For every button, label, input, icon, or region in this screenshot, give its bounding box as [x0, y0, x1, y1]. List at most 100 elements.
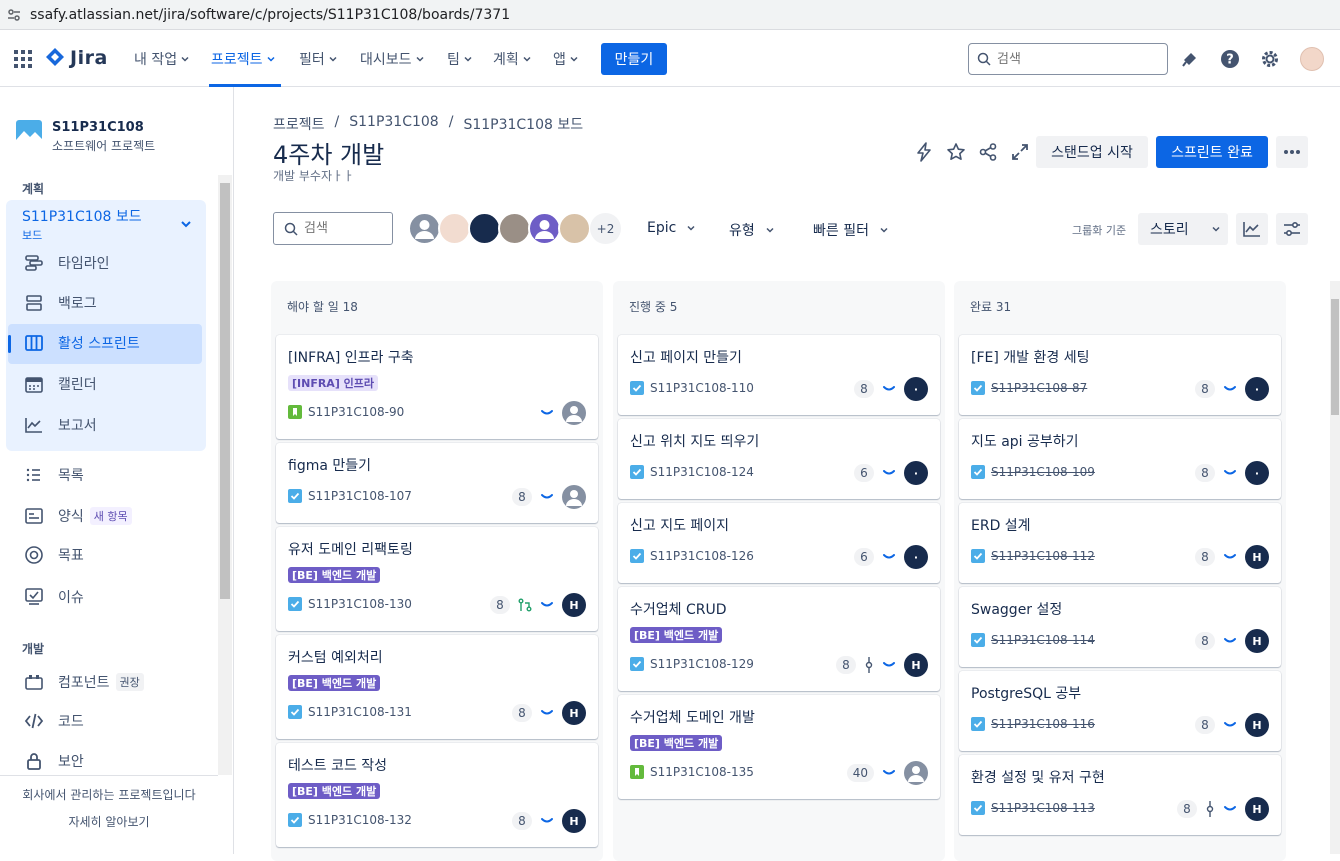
issue-card[interactable]: [FE] 개발 환경 세팅 S11P31C108-87 8 ·: [959, 335, 1281, 415]
issue-card[interactable]: figma 만들기 S11P31C108-107 8: [276, 443, 598, 523]
help-icon[interactable]: ?: [1220, 49, 1240, 69]
issue-key[interactable]: S11P31C108-130: [288, 597, 412, 611]
automation-icon[interactable]: [914, 142, 934, 162]
assignee-filter-avatar[interactable]: [408, 212, 441, 245]
issue-key[interactable]: S11P31C108-87: [971, 381, 1087, 395]
create-button[interactable]: 만들기: [601, 43, 667, 75]
sidebar-item-code[interactable]: 코드: [24, 709, 84, 733]
issue-key[interactable]: S11P31C108-135: [630, 765, 754, 779]
sidebar-item-issues[interactable]: 이슈: [24, 585, 84, 609]
sidebar-item-calendar[interactable]: 캘린더: [24, 372, 97, 396]
group-by-select[interactable]: 스토리: [1138, 213, 1228, 245]
global-search[interactable]: [968, 43, 1168, 75]
site-settings-icon[interactable]: [6, 7, 22, 23]
assignee-avatar[interactable]: H: [904, 653, 928, 677]
sidebar-item-list[interactable]: 목록: [24, 463, 84, 487]
start-standup-button[interactable]: 스탠드업 시작: [1036, 136, 1148, 168]
user-avatar[interactable]: [1300, 47, 1324, 71]
issue-card[interactable]: PostgreSQL 공부 S11P31C108-116 8 H: [959, 671, 1281, 751]
sidebar-item-timeline[interactable]: 타임라인: [24, 251, 110, 275]
quick-filter[interactable]: 빠른 필터: [813, 220, 889, 240]
settings-icon[interactable]: [1260, 49, 1280, 69]
url-text[interactable]: ssafy.atlassian.net/jira/software/c/proj…: [30, 7, 510, 23]
global-search-input[interactable]: [997, 51, 1157, 67]
assignee-avatar[interactable]: [562, 401, 586, 425]
sidebar-item-components[interactable]: 컴포넌트 권장: [24, 670, 144, 694]
assignee-avatar[interactable]: H: [562, 593, 586, 617]
insights-button[interactable]: [1236, 213, 1268, 245]
issue-key[interactable]: S11P31C108-90: [288, 405, 404, 419]
breadcrumb-projects[interactable]: 프로젝트: [273, 114, 325, 134]
view-settings-button[interactable]: [1276, 213, 1308, 245]
issue-key[interactable]: S11P31C108-129: [630, 657, 754, 671]
nav-projects[interactable]: 프로젝트: [211, 48, 276, 70]
nav-apps[interactable]: 앱: [553, 48, 579, 70]
sidebar-item-backlog[interactable]: 백로그: [24, 291, 97, 315]
sidebar-item-reports[interactable]: 보고서: [24, 413, 97, 437]
scrollbar-thumb[interactable]: [1331, 299, 1339, 415]
nav-my-work[interactable]: 내 작업: [134, 48, 190, 70]
jira-logo[interactable]: Jira: [44, 47, 108, 69]
issue-card[interactable]: 테스트 코드 작성 [BE] 백엔드 개발 S11P31C108-132 8 H: [276, 743, 598, 847]
assignee-filter-avatar[interactable]: [498, 212, 531, 245]
issue-key[interactable]: S11P31C108-110: [630, 381, 754, 395]
commit-icon[interactable]: [864, 657, 874, 673]
browser-url-bar[interactable]: ssafy.atlassian.net/jira/software/c/proj…: [0, 0, 1340, 30]
issue-card[interactable]: ERD 설계 S11P31C108-112 8 H: [959, 503, 1281, 583]
issue-card[interactable]: 지도 api 공부하기 S11P31C108-109 8 ·: [959, 419, 1281, 499]
issue-card[interactable]: 신고 위치 지도 띄우기 S11P31C108-124 6 ·: [618, 419, 940, 499]
assignee-avatar[interactable]: ·: [904, 377, 928, 401]
issue-key[interactable]: S11P31C108-113: [971, 801, 1095, 815]
board-search-input[interactable]: [304, 221, 389, 236]
sidebar-scrollbar[interactable]: [218, 175, 232, 775]
issue-card[interactable]: [INFRA] 인프라 구축 [INFRA] 인프라 S11P31C108-90: [276, 335, 598, 439]
assignee-avatar[interactable]: H: [1245, 545, 1269, 569]
issue-key[interactable]: S11P31C108-114: [971, 633, 1095, 647]
notification-icon[interactable]: [1180, 49, 1200, 69]
issue-key[interactable]: S11P31C108-124: [630, 465, 754, 479]
assignee-avatar[interactable]: ·: [904, 461, 928, 485]
pull-request-icon[interactable]: [518, 598, 532, 612]
issue-card[interactable]: 수거업체 CRUD [BE] 백엔드 개발 S11P31C108-129 8 H: [618, 587, 940, 691]
assignee-avatar[interactable]: H: [562, 701, 586, 725]
breadcrumb-board[interactable]: S11P31C108 보드: [463, 114, 583, 134]
issue-key[interactable]: S11P31C108-131: [288, 705, 412, 719]
project-header[interactable]: S11P31C108 소프트웨어 프로젝트: [16, 120, 155, 154]
complete-sprint-button[interactable]: 스프린트 완료: [1156, 136, 1268, 168]
nav-teams[interactable]: 팀: [447, 48, 473, 70]
assignee-avatar[interactable]: H: [1245, 629, 1269, 653]
star-icon[interactable]: [946, 142, 966, 162]
issue-card[interactable]: 수거업체 도메인 개발 [BE] 백엔드 개발 S11P31C108-135 40: [618, 695, 940, 799]
board-selector[interactable]: S11P31C108 보드 보드: [22, 206, 202, 243]
more-actions-button[interactable]: [1276, 136, 1308, 168]
issue-key[interactable]: S11P31C108-126: [630, 549, 754, 563]
chevron-down-icon[interactable]: [180, 218, 192, 230]
issue-card[interactable]: 신고 지도 페이지 S11P31C108-126 6 ·: [618, 503, 940, 583]
share-icon[interactable]: [978, 142, 998, 162]
assignee-avatar[interactable]: ·: [904, 545, 928, 569]
issue-key[interactable]: S11P31C108-109: [971, 465, 1095, 479]
waffle-icon[interactable]: [14, 50, 32, 68]
more-assignees-button[interactable]: +2: [590, 213, 621, 244]
commit-icon[interactable]: [1205, 801, 1215, 817]
sidebar-item-active-sprint[interactable]: 활성 스프린트: [24, 331, 140, 355]
fullscreen-icon[interactable]: [1010, 142, 1030, 162]
issue-key[interactable]: S11P31C108-112: [971, 549, 1095, 563]
epic-filter[interactable]: Epic: [647, 220, 696, 236]
assignee-avatar[interactable]: H: [562, 809, 586, 833]
assignee-avatar[interactable]: H: [1245, 713, 1269, 737]
assignee-filter-avatar[interactable]: [438, 212, 471, 245]
board-scrollbar[interactable]: [1330, 281, 1340, 854]
issue-card[interactable]: 환경 설정 및 유저 구현 S11P31C108-113 8 H: [959, 755, 1281, 835]
issue-card[interactable]: 유저 도메인 리팩토링 [BE] 백엔드 개발 S11P31C108-130 8 H: [276, 527, 598, 631]
assignee-avatar[interactable]: H: [1245, 797, 1269, 821]
nav-filters[interactable]: 필터: [299, 48, 338, 70]
assignee-avatar[interactable]: [904, 761, 928, 785]
assignee-filter-avatar[interactable]: [528, 212, 561, 245]
issue-card[interactable]: 커스텀 예외처리 [BE] 백엔드 개발 S11P31C108-131 8 H: [276, 635, 598, 739]
learn-more-link[interactable]: 자세히 알아보기: [0, 813, 218, 830]
board-search[interactable]: [273, 212, 393, 245]
assignee-filter-avatar[interactable]: [558, 212, 591, 245]
sidebar-item-forms[interactable]: 양식 새 항목: [24, 504, 132, 528]
issue-card[interactable]: Swagger 설정 S11P31C108-114 8 H: [959, 587, 1281, 667]
